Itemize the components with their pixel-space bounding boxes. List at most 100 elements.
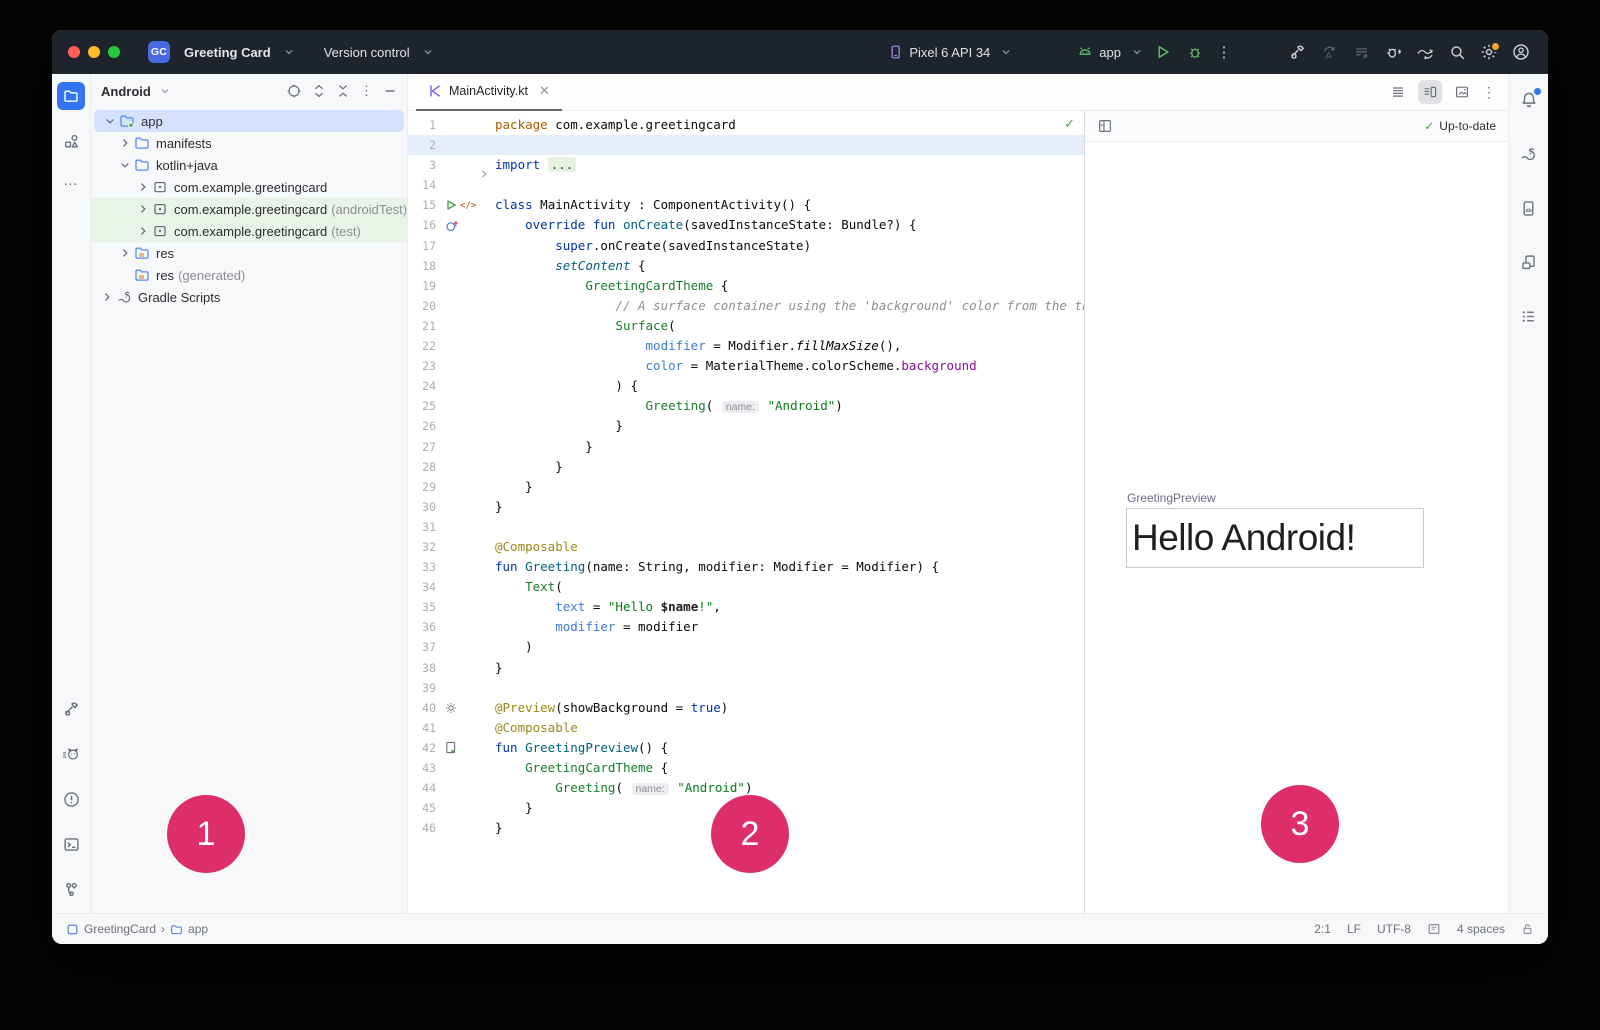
- code-line-23[interactable]: 23 color = MaterialTheme.colorScheme.bac…: [408, 356, 1084, 376]
- line-number[interactable]: 20: [408, 296, 436, 316]
- code-line-40[interactable]: 40@Preview(showBackground = true): [408, 698, 1084, 718]
- zoom-window-button[interactable]: [108, 46, 120, 58]
- minimize-window-button[interactable]: [88, 46, 100, 58]
- close-tab-icon[interactable]: ✕: [539, 83, 550, 99]
- running-devices-icon[interactable]: [1515, 248, 1543, 276]
- code-line-38[interactable]: 38}: [408, 658, 1084, 678]
- line-number[interactable]: 35: [408, 597, 436, 617]
- code-line-32[interactable]: 32@Composable: [408, 537, 1084, 557]
- settings-icon[interactable]: [1478, 41, 1500, 63]
- code-line-36[interactable]: 36 modifier = modifier: [408, 617, 1084, 637]
- project-name-menu[interactable]: Greeting Card: [184, 45, 271, 60]
- file-encoding[interactable]: UTF-8: [1377, 922, 1411, 936]
- code-line-43[interactable]: 43 GreetingCardTheme {: [408, 758, 1084, 778]
- gutter[interactable]: [436, 219, 495, 233]
- prevrun-gutter-icon[interactable]: [445, 741, 458, 755]
- code-line-28[interactable]: 28 }: [408, 457, 1084, 477]
- locate-file-icon[interactable]: [286, 83, 302, 99]
- tree-item-res[interactable]: res(generated): [91, 264, 407, 286]
- line-number[interactable]: 22: [408, 336, 436, 356]
- gear-gutter-icon[interactable]: [445, 702, 457, 714]
- code-line-20[interactable]: 20 // A surface container using the 'bac…: [408, 296, 1084, 316]
- override-gutter-icon[interactable]: [445, 219, 459, 233]
- line-number[interactable]: 31: [408, 517, 436, 537]
- tree-item-com-example-greetingcard[interactable]: com.example.greetingcard(androidTest): [91, 198, 407, 220]
- more-run-options-icon[interactable]: ⋮: [1216, 43, 1232, 61]
- chevron-right-icon[interactable]: [117, 137, 133, 149]
- line-number[interactable]: 24: [408, 376, 436, 396]
- preview-composable-name[interactable]: GreetingPreview: [1127, 491, 1216, 505]
- problems-icon[interactable]: [57, 785, 85, 813]
- code-line-41[interactable]: 41@Composable: [408, 718, 1084, 738]
- more-tool-windows-icon[interactable]: …: [63, 172, 79, 189]
- breadcrumb-project[interactable]: GreetingCard: [84, 922, 156, 936]
- line-number[interactable]: 18: [408, 256, 436, 276]
- inspections-ok-icon[interactable]: ✓: [1064, 117, 1075, 132]
- line-number[interactable]: 43: [408, 758, 436, 778]
- structure-icon[interactable]: [1515, 302, 1543, 330]
- terminal-icon[interactable]: [57, 830, 85, 858]
- code-line-15[interactable]: 15</>class MainActivity : ComponentActiv…: [408, 195, 1084, 215]
- tab-mainactivity[interactable]: MainActivity.kt ✕: [416, 74, 562, 111]
- code-line-33[interactable]: 33fun Greeting(name: String, modifier: M…: [408, 557, 1084, 577]
- gutter[interactable]: [436, 702, 495, 714]
- editor-options-icon[interactable]: ⋮: [1482, 84, 1496, 101]
- line-number[interactable]: 28: [408, 457, 436, 477]
- code-line-42[interactable]: 42fun GreetingPreview() {: [408, 738, 1084, 758]
- run-configuration-selector[interactable]: app: [1077, 44, 1142, 60]
- notifications-icon[interactable]: [1515, 86, 1543, 114]
- line-number[interactable]: 15: [408, 195, 436, 215]
- line-number[interactable]: 30: [408, 497, 436, 517]
- code-line-22[interactable]: 22 modifier = Modifier.fillMaxSize(),: [408, 336, 1084, 356]
- line-number[interactable]: 44: [408, 778, 436, 798]
- collapse-all-icon[interactable]: [336, 83, 350, 99]
- code-gutter-icon[interactable]: </>: [460, 194, 476, 216]
- line-number[interactable]: 37: [408, 637, 436, 657]
- line-number[interactable]: 42: [408, 738, 436, 758]
- expand-all-icon[interactable]: [312, 83, 326, 99]
- code-view-icon[interactable]: [1386, 80, 1410, 104]
- line-number[interactable]: 14: [408, 175, 436, 195]
- preview-layout-icon[interactable]: [1097, 118, 1113, 134]
- line-number[interactable]: 40: [408, 698, 436, 718]
- line-number[interactable]: 25: [408, 396, 436, 416]
- line-number[interactable]: 36: [408, 617, 436, 637]
- code-line-21[interactable]: 21 Surface(: [408, 316, 1084, 336]
- code-line-1[interactable]: 1package com.example.greetingcard: [408, 115, 1084, 135]
- code-line-37[interactable]: 37 ): [408, 637, 1084, 657]
- tree-item-manifests[interactable]: manifests: [91, 132, 407, 154]
- debug-button[interactable]: [1184, 41, 1206, 63]
- code-line-2[interactable]: 2: [408, 135, 1084, 155]
- gutter[interactable]: </>: [436, 194, 495, 216]
- hide-panel-icon[interactable]: [383, 84, 397, 98]
- tree-item-kotlin-java[interactable]: kotlin+java: [91, 154, 407, 176]
- tree-item-gradle-scripts[interactable]: Gradle Scripts: [91, 286, 407, 308]
- code-editor[interactable]: ✓ 1package com.example.greetingcard23imp…: [408, 111, 1085, 913]
- line-number[interactable]: 29: [408, 477, 436, 497]
- code-line-3[interactable]: 3import ...: [408, 155, 1084, 175]
- gradle-icon[interactable]: [1515, 140, 1543, 168]
- code-line-16[interactable]: 16 override fun onCreate(savedInstanceSt…: [408, 215, 1084, 235]
- code-line-26[interactable]: 26 }: [408, 416, 1084, 436]
- design-view-icon[interactable]: [1450, 80, 1474, 104]
- line-number[interactable]: 19: [408, 276, 436, 296]
- line-number[interactable]: 21: [408, 316, 436, 336]
- line-number[interactable]: 46: [408, 818, 436, 838]
- line-number[interactable]: 45: [408, 798, 436, 818]
- tree-item-app[interactable]: app: [94, 110, 404, 132]
- lock-icon[interactable]: [1521, 922, 1534, 936]
- code-line-25[interactable]: 25 Greeting( name: "Android"): [408, 396, 1084, 416]
- chevron-right-icon[interactable]: [135, 203, 151, 215]
- profile-avatar-icon[interactable]: [1510, 41, 1532, 63]
- chevron-right-icon[interactable]: [135, 225, 151, 237]
- tree-item-com-example-greetingcard[interactable]: com.example.greetingcard: [91, 176, 407, 198]
- indent-size[interactable]: 4 spaces: [1457, 922, 1505, 936]
- line-number[interactable]: 33: [408, 557, 436, 577]
- chevron-right-icon[interactable]: [117, 247, 133, 259]
- preview-render-frame[interactable]: Hello Android!: [1126, 508, 1424, 568]
- device-selector[interactable]: Pixel 6 API 34: [888, 44, 1011, 60]
- device-manager-icon[interactable]: [1515, 194, 1543, 222]
- gutter[interactable]: [436, 741, 495, 755]
- code-line-27[interactable]: 27 }: [408, 437, 1084, 457]
- tree-item-com-example-greetingcard[interactable]: com.example.greetingcard(test): [91, 220, 407, 242]
